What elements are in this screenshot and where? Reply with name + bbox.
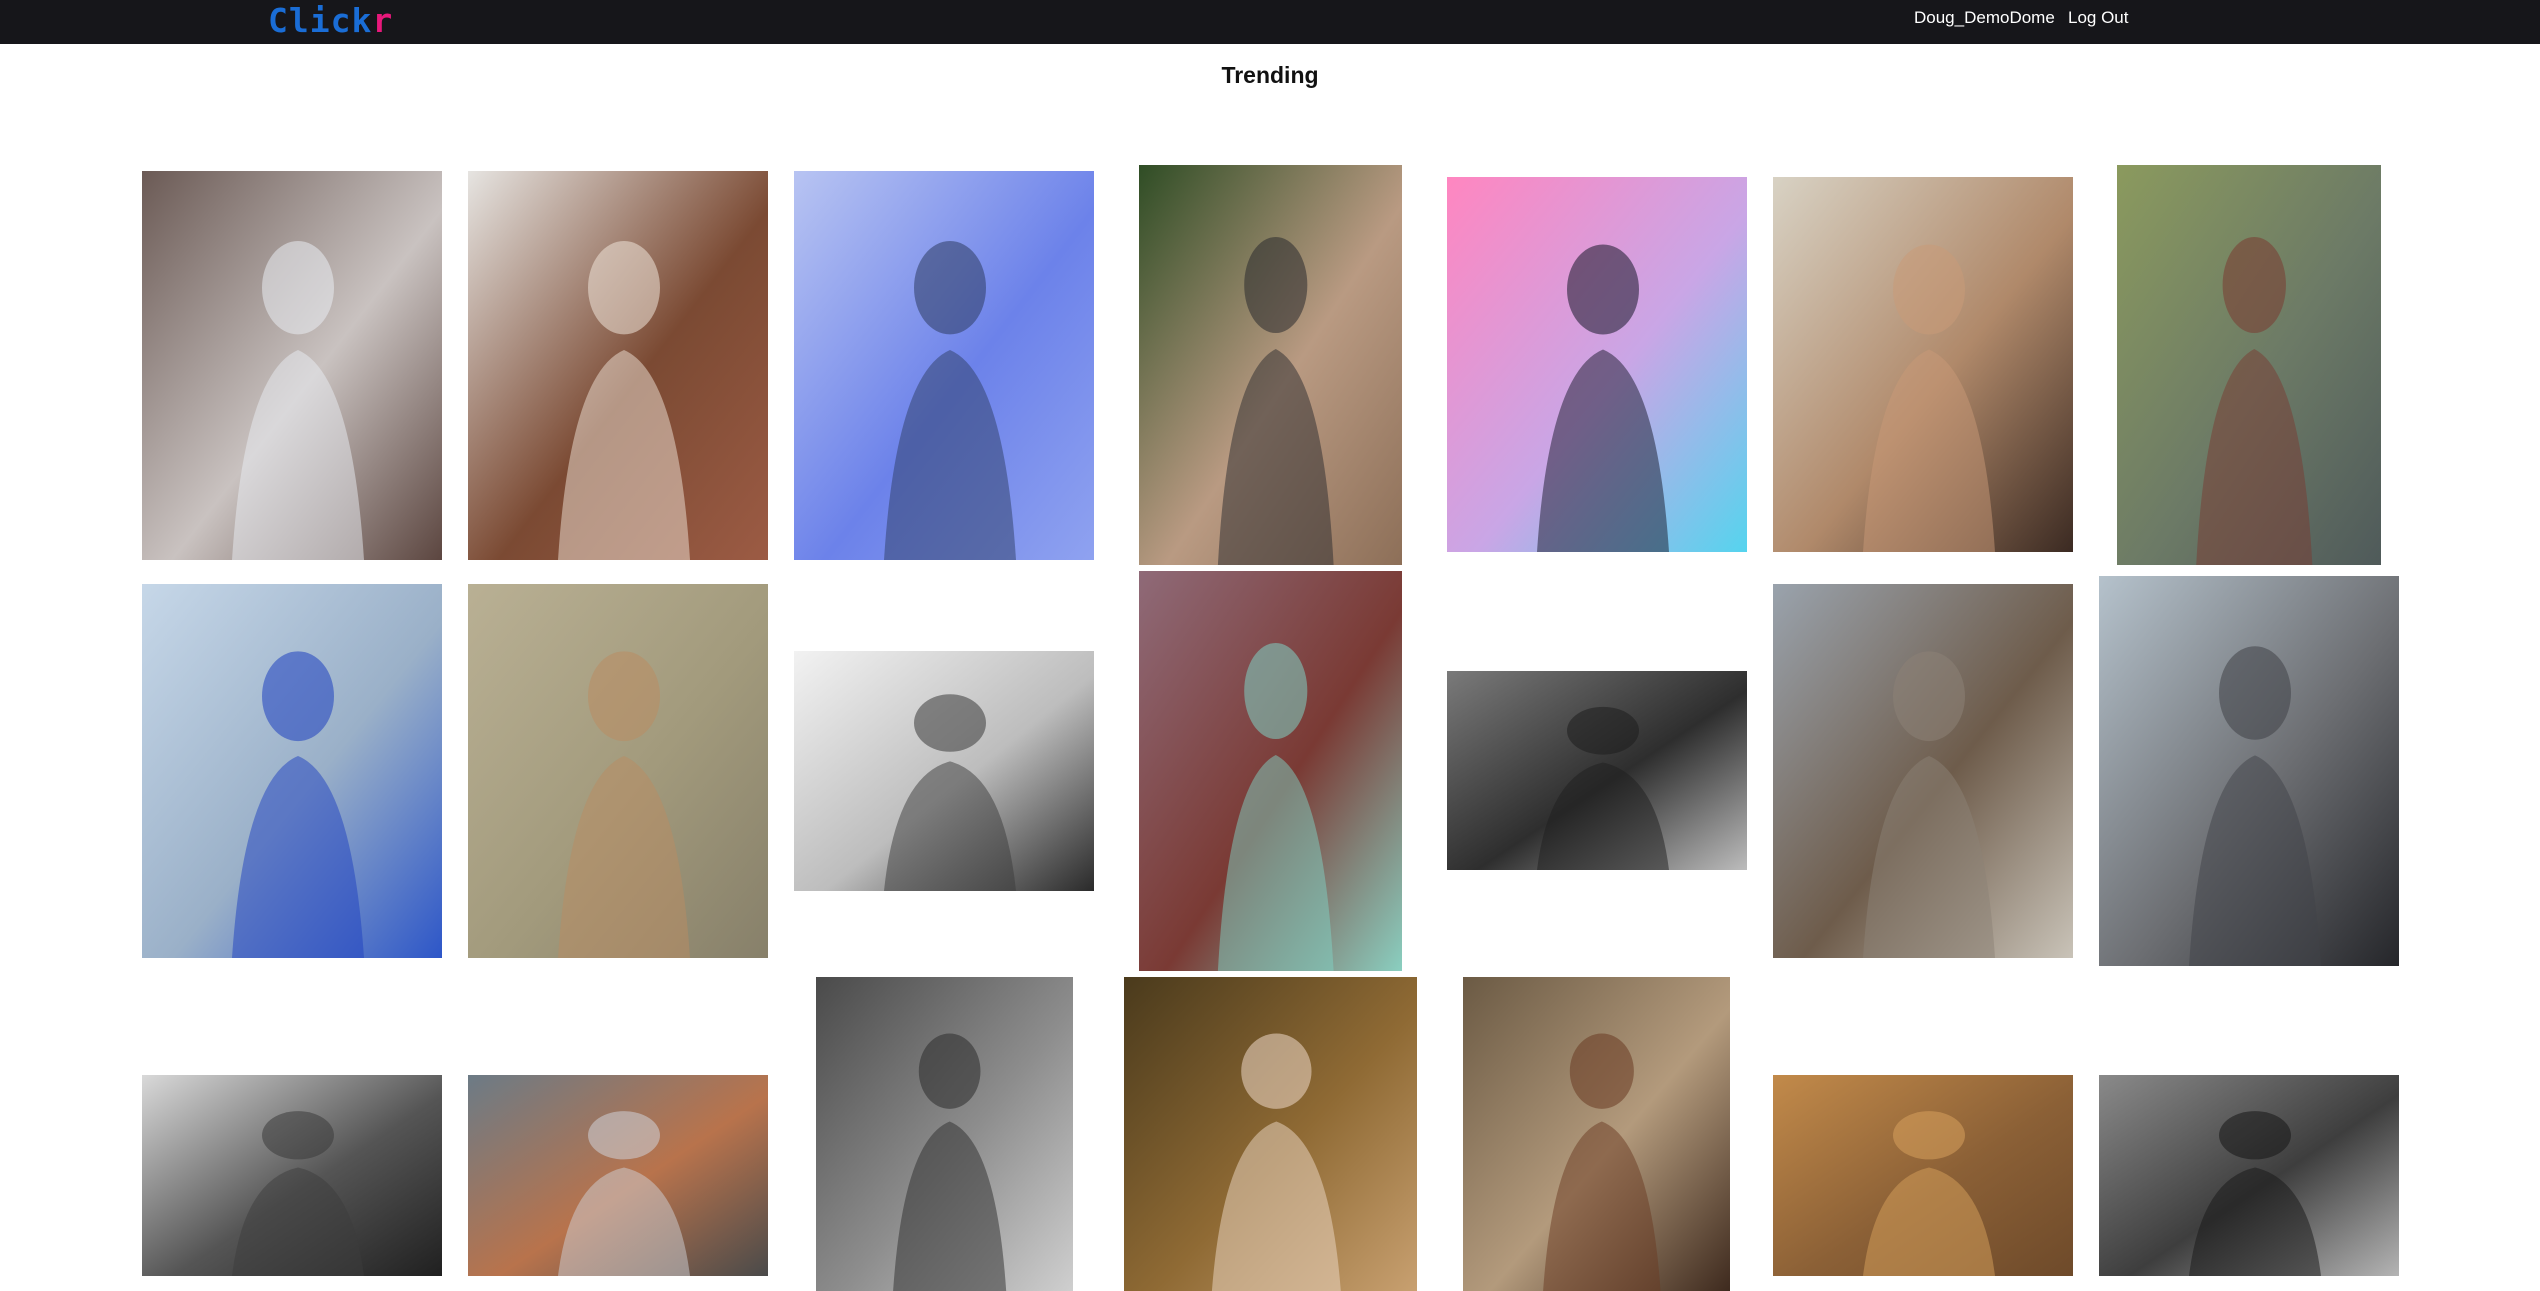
photo-woman-fringe-top[interactable] bbox=[468, 584, 768, 958]
photo-woman-black-dress-pink-cyan-light[interactable] bbox=[1447, 177, 1747, 552]
photo-couple-garden-monochrome[interactable] bbox=[816, 977, 1073, 1291]
photo-image bbox=[2117, 165, 2381, 565]
photo-image bbox=[794, 171, 1094, 560]
photo-rocky-mountain-monochrome[interactable] bbox=[142, 1075, 442, 1276]
username-link[interactable]: Doug_DemoDome bbox=[1914, 8, 2055, 28]
logo-accent-letter: r bbox=[372, 1, 394, 40]
photo-image bbox=[142, 171, 442, 560]
photo-image bbox=[1447, 671, 1747, 870]
photo-image bbox=[2099, 576, 2399, 966]
photo-autumn-forest[interactable] bbox=[1773, 1075, 2073, 1276]
photo-image bbox=[816, 977, 1073, 1291]
photo-image bbox=[2099, 1075, 2399, 1276]
photo-woman-blue-strapless-dress[interactable] bbox=[142, 584, 442, 958]
photo-image bbox=[468, 1075, 768, 1276]
photo-image bbox=[1463, 977, 1730, 1291]
logout-link[interactable]: Log Out bbox=[2068, 8, 2129, 28]
photo-sidewalk-trees-snow[interactable] bbox=[1773, 584, 2073, 958]
photo-woman-portrait-hands-in-hair[interactable] bbox=[1773, 177, 2073, 552]
photo-image bbox=[468, 171, 768, 560]
photo-eye-closeup-monochrome[interactable] bbox=[2099, 1075, 2399, 1276]
photo-guitar-hands-monochrome[interactable] bbox=[1447, 671, 1747, 870]
top-navbar: Clickr Doug_DemoDome Log Out bbox=[0, 0, 2540, 44]
photo-image bbox=[1773, 1075, 2073, 1276]
page-title: Trending bbox=[1221, 62, 1319, 88]
photo-image bbox=[1773, 177, 2073, 552]
photo-woman-plaid-shirt-river[interactable] bbox=[2117, 165, 2381, 565]
photo-town-tilt-shift[interactable] bbox=[468, 1075, 768, 1276]
logo-text: Click bbox=[268, 1, 373, 40]
photo-woman-at-piano[interactable] bbox=[468, 171, 768, 560]
photo-image bbox=[142, 584, 442, 958]
photo-woman-crop-top-tree[interactable] bbox=[1139, 165, 1402, 565]
photo-image bbox=[1124, 977, 1417, 1291]
photo-woman-strapless-floral[interactable] bbox=[1124, 977, 1417, 1291]
photo-woman-brick-wall-blossoms[interactable] bbox=[1139, 571, 1402, 971]
photo-image bbox=[142, 1075, 442, 1276]
photo-man-beanie-portrait[interactable] bbox=[2099, 576, 2399, 966]
photo-dog-puddle-reflection[interactable] bbox=[1463, 977, 1730, 1291]
photo-image bbox=[1447, 177, 1747, 552]
photo-woman-denim-shorts-blue-backdrop[interactable] bbox=[794, 171, 1094, 560]
photo-woman-arms-raised-monochrome[interactable] bbox=[794, 651, 1094, 891]
photo-image bbox=[468, 584, 768, 958]
photo-image bbox=[794, 651, 1094, 891]
clickr-logo[interactable]: Clickr bbox=[268, 1, 393, 41]
photo-image bbox=[1773, 584, 2073, 958]
photo-image bbox=[1139, 165, 1402, 565]
photo-image bbox=[1139, 571, 1402, 971]
photo-woman-white-suit-window[interactable] bbox=[142, 171, 442, 560]
